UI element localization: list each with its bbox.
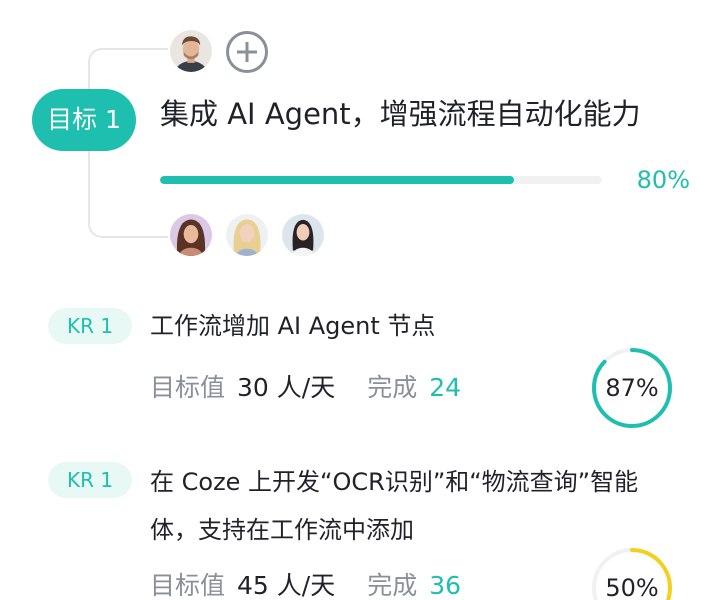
key-result-title: 在 Coze 上开发“OCR识别”和“物流查询”智能体，支持在工作流中添加 <box>150 468 639 544</box>
objective-progress-text: 80% <box>636 166 690 194</box>
key-result-tag: KR 1 <box>48 308 132 344</box>
member-avatar-2[interactable] <box>224 212 270 258</box>
add-owner-button[interactable] <box>226 31 268 73</box>
target-value: 30 人/天 <box>237 373 336 402</box>
owner-avatar[interactable] <box>168 28 214 74</box>
target-label: 目标值 <box>150 373 226 402</box>
objective-tag: 目标 1 <box>32 89 136 151</box>
objective-title[interactable]: 集成 AI Agent，增强流程自动化能力 <box>160 92 641 136</box>
progress-ring: 87% <box>590 346 674 430</box>
done-label: 完成 <box>367 373 418 402</box>
target-value: 45 人/天 <box>237 571 336 600</box>
key-result-metrics: 目标值 30 人/天 完成 24 <box>150 370 461 406</box>
member-avatar-1[interactable] <box>168 212 214 258</box>
okr-card: 目标 1 集成 AI Agent，增强流程自动化能力 80% KR 1 工作流增… <box>0 0 720 600</box>
done-value: 36 <box>429 571 462 600</box>
objective-progress-bar <box>160 176 602 184</box>
key-result-tag: KR 1 <box>48 462 132 498</box>
key-result-metrics: 目标值 45 人/天 完成 36 <box>150 568 461 600</box>
target-label: 目标值 <box>150 571 226 600</box>
key-result-title: 工作流增加 AI Agent 节点 <box>150 312 436 340</box>
objective-progress-fill <box>160 176 514 184</box>
done-value: 24 <box>429 373 462 402</box>
progress-ring-text: 87% <box>605 374 659 402</box>
member-avatar-3[interactable] <box>280 212 326 258</box>
progress-ring-text: 50% <box>605 574 659 600</box>
done-label: 完成 <box>367 571 418 600</box>
progress-ring: 50% <box>590 546 674 600</box>
